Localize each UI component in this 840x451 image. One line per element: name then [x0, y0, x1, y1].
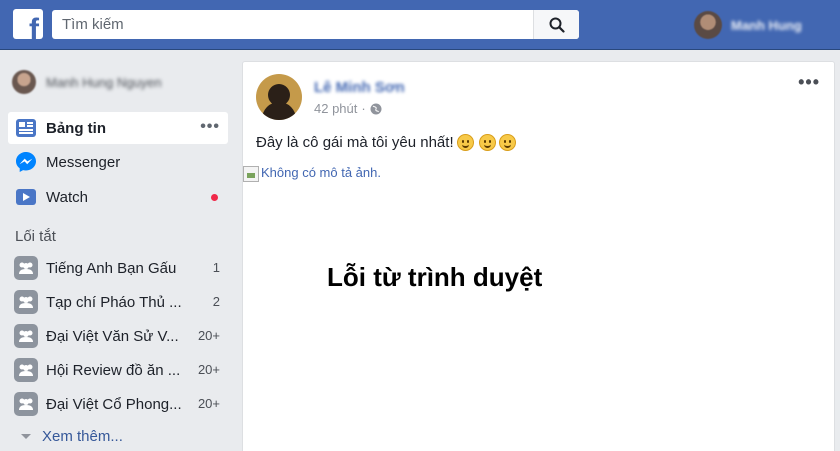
profile-avatar: [12, 70, 36, 94]
smiley-emoji-icon: [478, 134, 496, 151]
shortcuts-title: Lối tắt: [15, 228, 56, 245]
error-caption: Lỗi từ trình duyệt: [327, 262, 543, 292]
group-icon: [14, 392, 38, 416]
shortcut-count: 1: [212, 260, 220, 275]
profile-name: Manh Hung Nguyen: [46, 74, 162, 90]
post-options-button[interactable]: •••: [798, 72, 820, 93]
sidebar-item-watch[interactable]: Watch: [8, 181, 228, 213]
sidebar-item-messenger[interactable]: Messenger: [8, 146, 228, 178]
facebook-logo-letter: f: [29, 13, 39, 40]
group-icon: [14, 256, 38, 280]
group-icon: [14, 324, 38, 348]
shortcut-item[interactable]: Hội Review đồ ăn ... 20+: [8, 354, 228, 386]
news-feed-icon: [14, 116, 38, 140]
sidebar-profile[interactable]: Manh Hung Nguyen: [12, 68, 162, 96]
messenger-icon: [14, 150, 38, 174]
shortcut-item[interactable]: Đại Việt Cổ Phong... 20+: [8, 388, 228, 420]
sidebar-item-news-feed[interactable]: Bảng tin •••: [8, 112, 228, 144]
shortcut-label: Tạp chí Pháo Thủ ...: [46, 293, 182, 311]
shortcut-item[interactable]: Đại Việt Văn Sử V... 20+: [8, 320, 228, 352]
chevron-down-icon: [21, 433, 31, 439]
sidebar-item-label: Messenger: [46, 153, 121, 171]
shortcut-count: 2: [212, 294, 220, 309]
shortcut-count: 20+: [197, 328, 220, 343]
shortcut-item[interactable]: Tạp chí Pháo Thủ ... 2: [8, 286, 228, 318]
shortcut-label: Đại Việt Văn Sử V...: [46, 327, 179, 345]
globe-icon[interactable]: [370, 103, 382, 115]
post-author-avatar[interactable]: [256, 74, 302, 120]
watch-icon: [14, 185, 38, 209]
broken-image[interactable]: Không có mô tả ảnh.: [243, 166, 381, 182]
shortcut-count: 20+: [197, 362, 220, 377]
sidebar-item-label: Watch: [46, 188, 88, 206]
top-user-profile[interactable]: Manh Hung: [694, 10, 802, 40]
left-sidebar: Manh Hung Nguyen Bảng tin ••• Messenger: [0, 60, 232, 451]
search-input[interactable]: [52, 10, 532, 39]
meta-separator: ·: [361, 101, 366, 116]
shortcut-item[interactable]: Tiếng Anh Bạn Gấu 1: [8, 252, 228, 284]
image-alt-text: Không có mô tả ảnh.: [261, 165, 381, 180]
smiley-emoji-icon: [498, 134, 516, 151]
search-icon: [549, 17, 565, 33]
feed-post: Lê Minh Sơn 42 phút · ••• Đây là cô gái …: [242, 61, 835, 451]
group-icon: [14, 358, 38, 382]
see-more-link[interactable]: Xem thêm...: [20, 428, 123, 445]
top-bar: f Manh Hung: [0, 0, 840, 50]
post-message: Đây là cô gái mà tôi yêu nhất!: [256, 134, 454, 151]
user-avatar: [694, 11, 722, 39]
post-meta: 42 phút ·: [314, 101, 382, 116]
post-text: Đây là cô gái mà tôi yêu nhất!: [256, 134, 516, 151]
more-options-button[interactable]: •••: [200, 118, 220, 136]
broken-image-icon: [243, 166, 259, 182]
post-timestamp[interactable]: 42 phút: [314, 101, 357, 116]
sidebar-item-label: Bảng tin: [46, 119, 106, 137]
search-box: [52, 10, 579, 39]
group-icon: [14, 290, 38, 314]
notification-dot: [211, 194, 218, 201]
shortcut-label: Tiếng Anh Bạn Gấu: [46, 259, 177, 277]
shortcut-label: Đại Việt Cổ Phong...: [46, 395, 182, 413]
shortcut-count: 20+: [197, 396, 220, 411]
facebook-logo[interactable]: f: [13, 9, 43, 39]
post-author-name[interactable]: Lê Minh Sơn: [314, 79, 405, 96]
shortcut-label: Hội Review đồ ăn ...: [46, 361, 181, 379]
see-more-label: Xem thêm...: [42, 428, 123, 445]
smiley-emoji-icon: [456, 134, 474, 151]
top-user-name: Manh Hung: [731, 17, 802, 33]
search-button[interactable]: [533, 10, 579, 39]
